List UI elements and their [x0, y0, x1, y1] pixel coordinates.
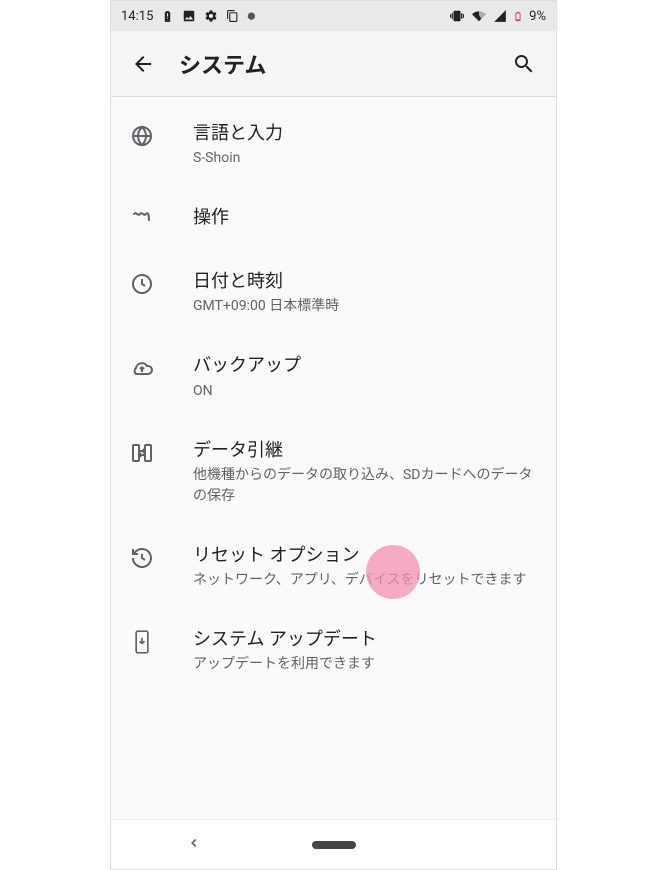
cloud-upload-icon [129, 355, 155, 381]
search-button[interactable] [504, 44, 544, 84]
arrow-back-icon [131, 52, 155, 76]
battery-percent: 9% [529, 9, 546, 24]
dot-icon: ● [247, 11, 255, 22]
list-item-datetime[interactable]: 日付と時刻 GMT+09:00 日本標準時 [111, 251, 556, 335]
battery-alert-icon [161, 9, 174, 24]
item-title: バックアップ [193, 353, 538, 378]
list-item-update[interactable]: システム アップデート アップデートを利用できます [111, 609, 556, 693]
globe-icon [129, 123, 155, 149]
wifi-icon [471, 9, 487, 23]
item-title: システム アップデート [193, 627, 538, 652]
nav-back-button[interactable] [187, 835, 201, 854]
item-subtitle: アップデートを利用できます [193, 654, 538, 675]
item-title: 操作 [193, 205, 538, 230]
image-icon [182, 9, 196, 23]
item-subtitle: ネットワーク、アプリ、デバイスをリセットできます [193, 570, 538, 591]
nav-home-pill[interactable] [312, 841, 356, 849]
item-subtitle: ON [193, 381, 538, 402]
navigation-bar [111, 819, 556, 869]
item-title: 言語と入力 [193, 121, 538, 146]
restore-icon [129, 545, 155, 571]
vibrate-icon [449, 9, 465, 23]
search-icon [512, 52, 536, 76]
settings-list: 言語と入力 S-Shoin 操作 日付と時刻 G [111, 97, 556, 819]
chevron-left-icon [187, 836, 201, 850]
list-item-language[interactable]: 言語と入力 S-Shoin [111, 103, 556, 187]
item-title: リセット オプション [193, 543, 538, 568]
item-title: データ引継 [193, 438, 538, 463]
gesture-icon [129, 207, 155, 233]
list-item-datatransfer[interactable]: データ引継 他機種からのデータの取り込み、SDカードへのデータの保存 [111, 420, 556, 525]
list-item-reset[interactable]: リセット オプション ネットワーク、アプリ、デバイスをリセットできます [111, 525, 556, 609]
app-bar: システム [111, 31, 556, 97]
item-subtitle: 他機種からのデータの取り込み、SDカードへのデータの保存 [193, 465, 538, 507]
signal-icon [493, 9, 507, 23]
status-bar: 14:15 ● [111, 1, 556, 31]
status-time: 14:15 [121, 9, 153, 24]
transfer-icon [129, 440, 155, 466]
item-subtitle: S-Shoin [193, 148, 538, 169]
item-subtitle: GMT+09:00 日本標準時 [193, 296, 538, 317]
list-item-backup[interactable]: バックアップ ON [111, 335, 556, 419]
back-button[interactable] [123, 44, 163, 84]
copy-icon [226, 9, 239, 23]
battery-icon [513, 9, 523, 24]
list-item-gestures[interactable]: 操作 [111, 187, 556, 251]
page-title: システム [179, 48, 266, 80]
system-update-icon [129, 629, 155, 655]
gear-icon [204, 9, 218, 23]
item-title: 日付と時刻 [193, 269, 538, 294]
clock-icon [129, 271, 155, 297]
